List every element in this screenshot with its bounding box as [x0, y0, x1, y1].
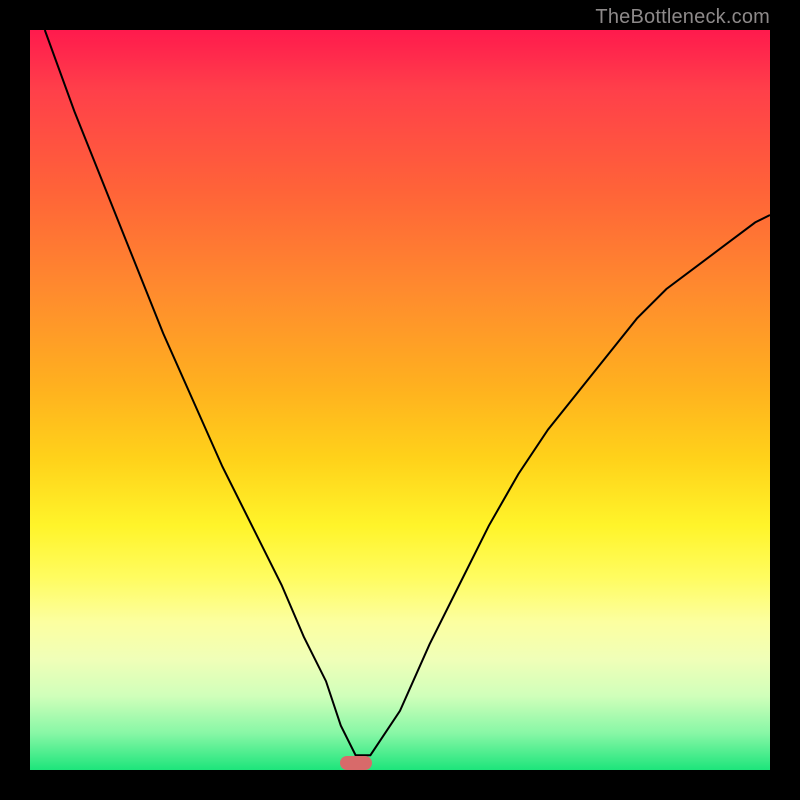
plot-area	[30, 30, 770, 770]
curve-svg	[30, 30, 770, 770]
curve-path	[45, 30, 770, 755]
trough-marker	[340, 756, 372, 770]
watermark-text: TheBottleneck.com	[595, 6, 770, 29]
chart-frame: TheBottleneck.com	[0, 0, 800, 800]
